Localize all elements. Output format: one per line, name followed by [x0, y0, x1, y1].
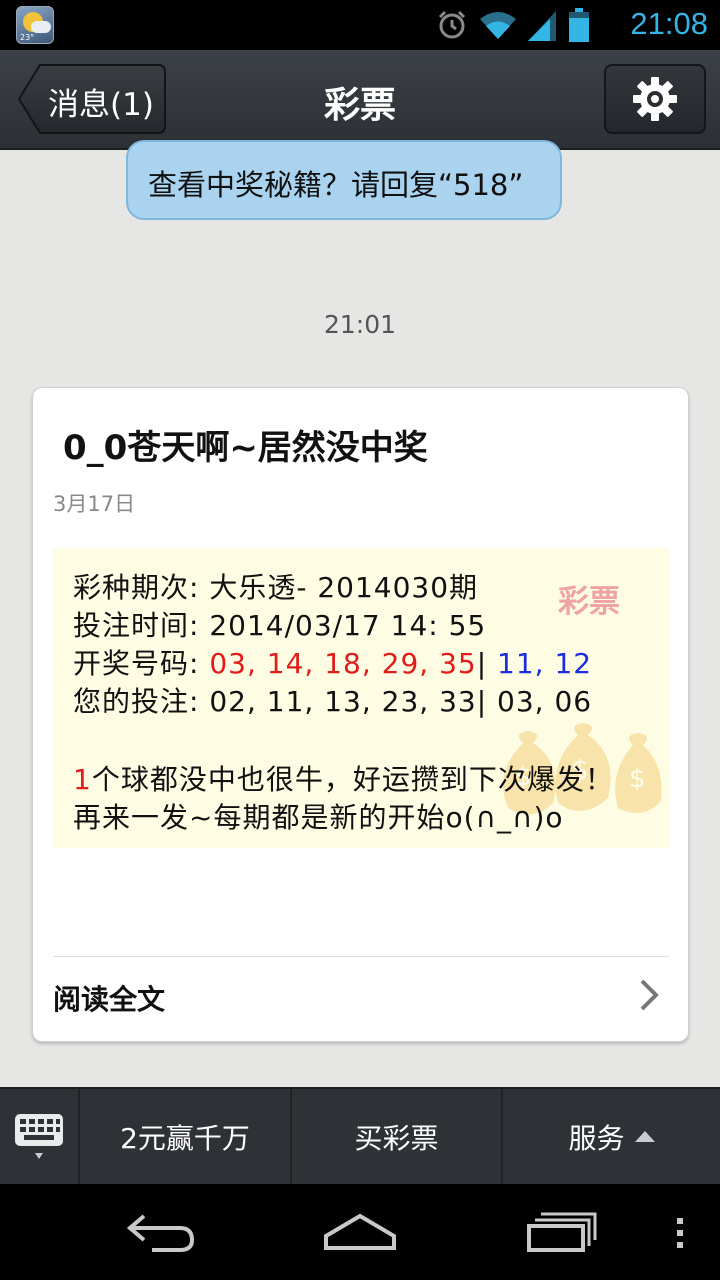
battery-icon — [569, 8, 589, 42]
message-timestamp: 21:01 — [323, 310, 397, 339]
back-nav-icon[interactable] — [122, 1202, 198, 1254]
home-nav-icon[interactable] — [322, 1202, 398, 1254]
gear-icon — [633, 77, 677, 121]
status-time: 21:08 — [630, 6, 708, 41]
divider — [53, 956, 669, 957]
bet-time-line: 投注时间: 2014/03/17 14: 55 — [73, 604, 486, 644]
header-bar: 消息(1) 彩票 — [0, 50, 720, 150]
match-count: 1 — [73, 763, 92, 796]
message-text: 查看中奖秘籍？请回复“518” — [148, 168, 524, 202]
draw-red-numbers: 03, 14, 18, 29, 35 — [209, 647, 477, 680]
svg-text:$: $ — [629, 764, 646, 794]
settings-button[interactable] — [604, 64, 706, 134]
draw-numbers-line: 开奖号码: 03, 14, 18, 29, 35| 11, 12 — [73, 642, 592, 682]
article-card[interactable]: 0_0苍天啊~居然没中奖 3月17日 $ $ $ 彩票 彩种期次: 大乐透- 2… — [32, 387, 689, 1042]
bet-time-value: 2014/03/17 14: 55 — [209, 609, 487, 642]
weather-temp: 23° — [20, 33, 35, 42]
article-title: 0_0苍天啊~居然没中奖 — [63, 428, 428, 468]
keyboard-icon — [15, 1113, 63, 1159]
chevron-right-icon — [640, 979, 659, 1011]
status-icons — [436, 8, 590, 42]
recent-apps-icon[interactable] — [525, 1202, 601, 1254]
watermark-text: 彩票 — [558, 584, 620, 620]
my-bet-label: 您的投注: — [73, 685, 210, 718]
menu-services-label: 服务 — [568, 1121, 625, 1155]
menu-win-millions[interactable]: 2元赢千万 — [80, 1089, 292, 1184]
lottery-issue-value: 大乐透- 2014030期 — [209, 571, 479, 604]
message-line-2: 再来一发~每期都是新的开始o(∩_∩)o — [73, 801, 564, 834]
lottery-issue-line: 彩种期次: 大乐透- 2014030期 — [73, 566, 478, 606]
message-bubble[interactable]: 查看中奖秘籍？请回复“518” — [126, 140, 562, 220]
bottom-menu: 2元赢千万 买彩票 服务 — [0, 1087, 720, 1184]
article-cover: $ $ $ 彩票 彩种期次: 大乐透- 2014030期 投注时间: 2014/… — [53, 548, 669, 848]
weather-widget-icon[interactable]: 23° — [16, 6, 54, 44]
draw-blue-numbers: 11, 12 — [497, 647, 593, 680]
keyboard-toggle-button[interactable] — [0, 1089, 80, 1184]
signal-icon — [528, 11, 556, 41]
caret-up-icon — [634, 1131, 655, 1142]
draw-numbers-label: 开奖号码: — [73, 647, 210, 680]
wifi-icon — [480, 12, 516, 39]
system-nav-bar — [0, 1184, 720, 1280]
message-line-1: 1个球都没中也很牛，好运攒到下次爆发！ — [73, 758, 614, 798]
lottery-issue-label: 彩种期次: — [73, 571, 210, 604]
alarm-icon — [438, 10, 466, 39]
draw-separator: | — [476, 647, 498, 680]
my-bet-value: 02, 11, 13, 23, 33| 03, 06 — [209, 685, 593, 718]
read-more-link[interactable]: 阅读全文 — [53, 978, 165, 1018]
overflow-menu-icon[interactable] — [672, 1202, 688, 1254]
menu-buy-lottery[interactable]: 买彩票 — [292, 1089, 503, 1184]
bet-time-label: 投注时间: — [73, 609, 210, 642]
message-text-1: 个球都没中也很牛，好运攒到下次爆发！ — [91, 763, 614, 796]
article-date: 3月17日 — [53, 492, 136, 516]
menu-services[interactable]: 服务 — [503, 1089, 720, 1184]
my-bet-line: 您的投注: 02, 11, 13, 23, 33| 03, 06 — [73, 680, 592, 720]
status-bar: 23° 21:08 — [0, 0, 720, 50]
